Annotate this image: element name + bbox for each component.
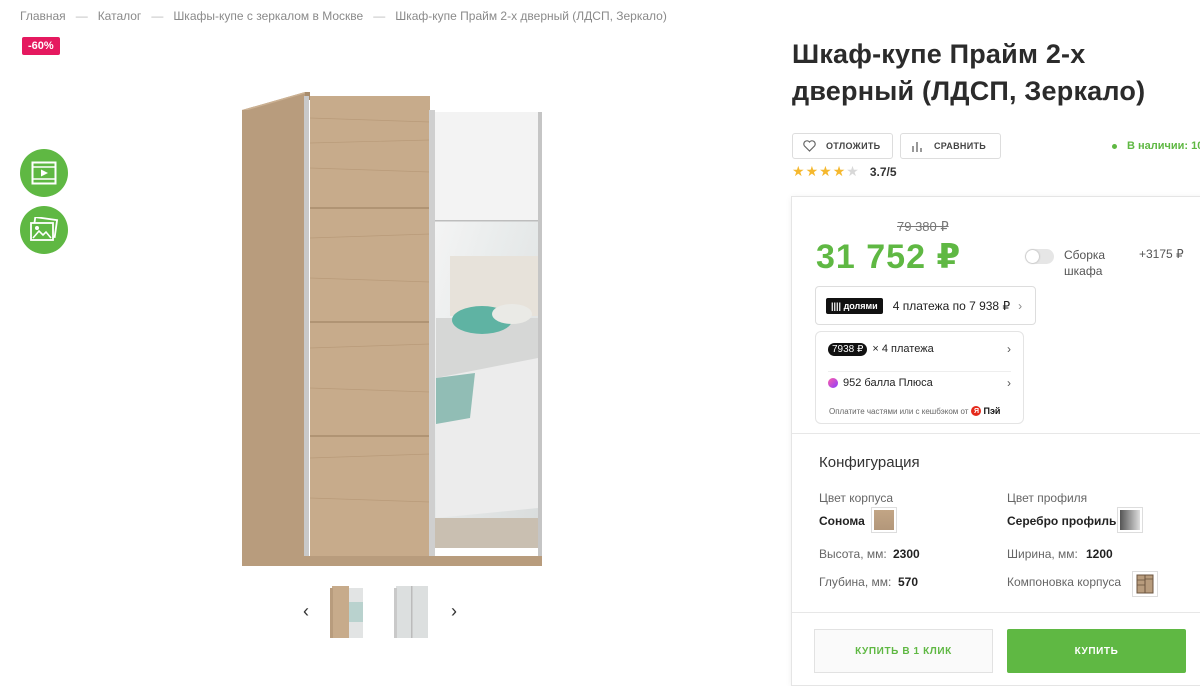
height-label: Высота, мм:: [819, 547, 887, 561]
yandex-pay-logo: Я Пэй: [971, 406, 1000, 416]
divider: [792, 433, 1200, 434]
body-color-swatch[interactable]: [871, 507, 897, 533]
split-amount: 7938 ₽: [828, 342, 868, 356]
split-text: × 4 платежа: [872, 343, 934, 355]
dolyami-text: 4 платежа по 7 938 ₽: [892, 298, 1011, 313]
thumbnail-mirror-mirror[interactable]: [392, 582, 432, 640]
chevron-right-icon: ›: [1007, 342, 1011, 356]
height-value: 2300: [893, 547, 920, 561]
star-icon: ★: [792, 163, 806, 179]
breadcrumb: Главная — Каталог — Шкафы-купе с зеркало…: [20, 9, 667, 23]
video-button[interactable]: [20, 149, 68, 197]
plus-cashback-row[interactable]: 952 балла Плюса ›: [828, 371, 1011, 393]
stock-dot-icon: [1112, 143, 1117, 149]
breadcrumb-current: Шкаф-купе Прайм 2-х дверный (ЛДСП, Зерка…: [395, 9, 667, 23]
breadcrumb-separator: —: [75, 9, 88, 23]
thumbnail-strip: ‹ ›: [296, 582, 464, 640]
split-footer: Оплатите частями или с кешбэком от Я Пэй: [829, 406, 1000, 416]
profile-color-value: Серебро профиль: [1007, 514, 1117, 528]
buy-one-click-button[interactable]: КУПИТЬ В 1 КЛИК: [814, 629, 993, 673]
split-footer-text: Оплатите частями или с кешбэком от: [829, 406, 969, 416]
assembly-label: Сборка шкафа: [1064, 248, 1106, 278]
compare-button[interactable]: СРАВНИТЬ: [900, 133, 1001, 159]
dolyami-installment[interactable]: |||| долями 4 платежа по 7 938 ₽ ›: [815, 286, 1036, 325]
product-image[interactable]: [240, 88, 545, 568]
stock-status: В наличии: 10: [1112, 140, 1200, 152]
breadcrumb-category[interactable]: Шкафы-купе с зеркалом в Москве: [173, 9, 363, 23]
chevron-right-icon: ›: [1007, 375, 1011, 390]
width-value: 1200: [1086, 547, 1113, 561]
depth-value: 570: [898, 575, 919, 589]
gallery-prev-button[interactable]: ‹: [296, 601, 316, 621]
favorite-label: ОТЛОЖИТЬ: [826, 141, 881, 151]
depth-label: Глубина, мм:: [819, 575, 892, 589]
yandex-plus-icon: [828, 377, 838, 388]
breadcrumb-separator: —: [373, 9, 386, 23]
assembly-price: +3175 ₽: [1139, 247, 1184, 261]
star-icon: ★: [819, 163, 833, 179]
discount-badge: -60%: [22, 37, 60, 55]
gallery-next-button[interactable]: ›: [444, 601, 464, 621]
price-card: 79 380 ₽ 31 752 ₽ Сборка шкафа +3175 ₽ |…: [791, 196, 1200, 686]
rating[interactable]: ★ ★ ★ ★ ★ 3.7/5: [792, 163, 897, 180]
video-play-icon: [31, 161, 57, 185]
breadcrumb-catalog[interactable]: Каталог: [98, 9, 142, 23]
rating-value: 3.7/5: [869, 164, 897, 179]
old-price: 79 380 ₽: [897, 219, 949, 234]
star-icon: ★: [805, 163, 820, 179]
breadcrumb-home[interactable]: Главная: [20, 9, 66, 23]
current-price: 31 752 ₽: [816, 238, 962, 276]
profile-color-label: Цвет профиля: [1007, 491, 1088, 505]
divider: [792, 612, 1200, 613]
wardrobe-layout-icon: [1136, 574, 1154, 594]
pay-brand: Пэй: [983, 406, 1001, 416]
breadcrumb-separator: —: [151, 9, 164, 23]
star-icon: ★: [832, 163, 847, 179]
product-title: Шкаф-купе Прайм 2-х дверный (ЛДСП, Зерка…: [792, 39, 1146, 106]
star-empty-icon: ★: [846, 163, 860, 179]
heart-icon: [803, 140, 816, 152]
photo-gallery-button[interactable]: [20, 206, 68, 254]
chevron-right-icon: ›: [1018, 298, 1023, 313]
width-label: Ширина, мм:: [1007, 547, 1078, 561]
layout-label: Компоновка корпуса: [1007, 575, 1122, 589]
favorite-button[interactable]: ОТЛОЖИТЬ: [792, 133, 893, 159]
image-gallery-icon: [30, 217, 59, 241]
yandex-icon: Я: [971, 406, 982, 416]
bar-chart-icon: [911, 140, 924, 152]
thumbnail-wood-mirror[interactable]: [328, 582, 368, 640]
dolyami-logo: |||| долями: [826, 297, 883, 314]
body-color-label: Цвет корпуса: [819, 491, 893, 505]
compare-label: СРАВНИТЬ: [934, 141, 987, 151]
rating-stars: ★ ★ ★ ★ ★: [792, 163, 860, 180]
config-title: Конфигурация: [819, 454, 920, 471]
body-color-value: Сонома: [819, 514, 865, 528]
buy-button[interactable]: КУПИТЬ: [1007, 629, 1186, 673]
layout-swatch[interactable]: [1132, 571, 1158, 597]
assembly-toggle[interactable]: [1025, 249, 1054, 264]
split-payment-box: 7938 ₽ × 4 платежа › 952 балла Плюса › О…: [815, 331, 1024, 424]
profile-color-swatch[interactable]: [1117, 507, 1143, 533]
stock-text: В наличии: 10: [1127, 140, 1200, 152]
plus-text: 952 балла Плюса: [843, 376, 933, 389]
split-installment-row[interactable]: 7938 ₽ × 4 платежа ›: [828, 338, 1011, 360]
